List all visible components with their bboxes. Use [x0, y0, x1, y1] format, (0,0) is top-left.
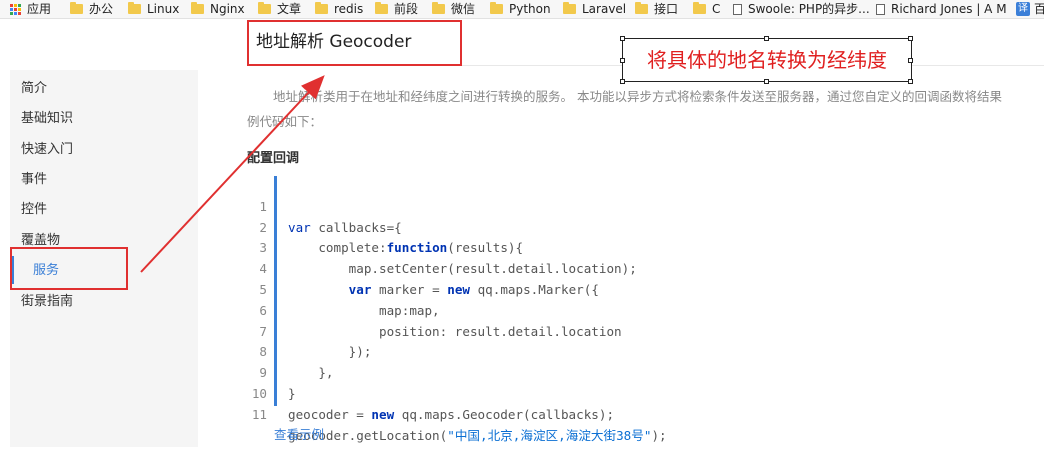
resize-handle[interactable]: [620, 79, 625, 84]
resize-handle[interactable]: [620, 58, 625, 63]
resize-handle[interactable]: [620, 36, 625, 41]
resize-handle[interactable]: [764, 36, 769, 41]
resize-handle[interactable]: [908, 58, 913, 63]
resize-handle[interactable]: [908, 36, 913, 41]
resize-handle[interactable]: [908, 79, 913, 84]
resize-handle[interactable]: [764, 79, 769, 84]
annotation-callout: 将具体的地名转换为经纬度: [622, 38, 912, 82]
